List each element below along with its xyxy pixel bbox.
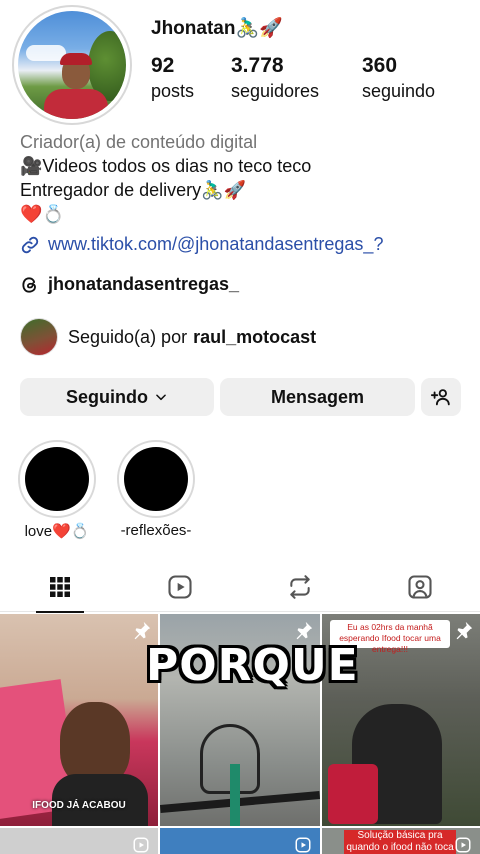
follower-avatar (20, 318, 58, 356)
profile-name: Jhonatan🚴‍♂️🚀 (151, 18, 283, 39)
reels-icon (168, 575, 192, 599)
message-button[interactable]: Mensagem (220, 378, 415, 416)
bio-line-3: ❤️💍 (20, 204, 65, 224)
profile-avatar[interactable] (18, 11, 126, 119)
message-button-label: Mensagem (270, 386, 365, 407)
pin-icon (456, 621, 473, 640)
profile-category: Criador(a) de conteúdo digital (20, 132, 258, 152)
profile-link[interactable]: www.tiktok.com/@jhonatandasentregas_? (20, 234, 383, 255)
following-label: seguindo (362, 81, 436, 101)
tab-grid[interactable] (0, 562, 120, 613)
highlight-label: love❤️💍 (24, 523, 90, 540)
tab-reels[interactable] (120, 562, 240, 612)
followers-label: seguidores (231, 81, 320, 101)
posts-stat[interactable]: 92 posts (151, 54, 194, 104)
tab-tagged[interactable] (360, 562, 480, 612)
following-button[interactable]: Seguindo (20, 378, 214, 416)
followers-count: 3.778 (231, 54, 284, 77)
bio-line-2: Entregador de delivery🚴‍♂️🚀 (20, 180, 246, 200)
followers-stat[interactable]: 3.778 seguidores (231, 54, 319, 104)
threads-icon (22, 276, 36, 293)
post-thumbnail[interactable] (160, 828, 320, 854)
followed-by-user: raul_motocast (193, 326, 317, 347)
link-icon (21, 236, 39, 253)
followed-by-row[interactable]: Seguido(a) por raul_motocast (20, 318, 316, 356)
posts-count: 92 (151, 54, 175, 77)
add-user-button[interactable] (421, 378, 461, 416)
following-count: 360 (362, 54, 398, 77)
post-thumbnail[interactable]: Solução básica pra quando o ifood não to… (322, 828, 480, 854)
post-thumbnail[interactable] (0, 828, 158, 854)
link-text[interactable]: www.tiktok.com/@jhonatandasentregas_? (48, 234, 383, 255)
profile-bio: Criador(a) de conteúdo digital 🎥Videos t… (20, 130, 470, 226)
chevron-down-icon (156, 394, 166, 401)
pin-icon (134, 621, 151, 640)
bio-line-1: 🎥Videos todos os dias no teco teco (20, 156, 312, 176)
threads-username: jhonatandasentregas_ (48, 274, 240, 294)
highlight-cover (25, 447, 89, 511)
highlight-love[interactable]: love❤️💍 (18, 440, 96, 540)
grid-icon (50, 577, 70, 597)
highlight-cover (124, 447, 188, 511)
repost-icon (290, 575, 310, 599)
threads-badge[interactable]: jhonatandasentregas_ (20, 274, 239, 295)
reels-icon (455, 837, 471, 853)
profile-avatar-ring[interactable] (12, 5, 132, 125)
tab-reposts[interactable] (240, 562, 360, 612)
followed-by-prefix: Seguido(a) por (68, 326, 188, 347)
profile-tabs (0, 562, 480, 613)
highlight-label: -reflexões- (120, 522, 192, 539)
pin-icon (296, 621, 313, 640)
highlight-ring (117, 440, 195, 518)
following-button-label: Seguindo (66, 386, 148, 407)
following-stat[interactable]: 360 seguindo (362, 54, 435, 104)
highlight-ring (18, 440, 96, 518)
tagged-person-icon (408, 575, 432, 599)
post-thumbnail[interactable]: IFOOD JÁ ACABOU (0, 614, 158, 826)
reels-icon (295, 837, 311, 853)
post-caption: IFOOD JÁ ACABOU (32, 800, 126, 811)
posts-label: posts (151, 81, 195, 101)
reels-icon (133, 837, 149, 853)
post-overlay-title: PORQUE (146, 640, 359, 691)
add-user-icon (430, 389, 450, 406)
highlight-reflexoes[interactable]: -reflexões- (117, 440, 195, 539)
post-caption: Solução básica pra quando o ifood não to… (344, 830, 456, 854)
